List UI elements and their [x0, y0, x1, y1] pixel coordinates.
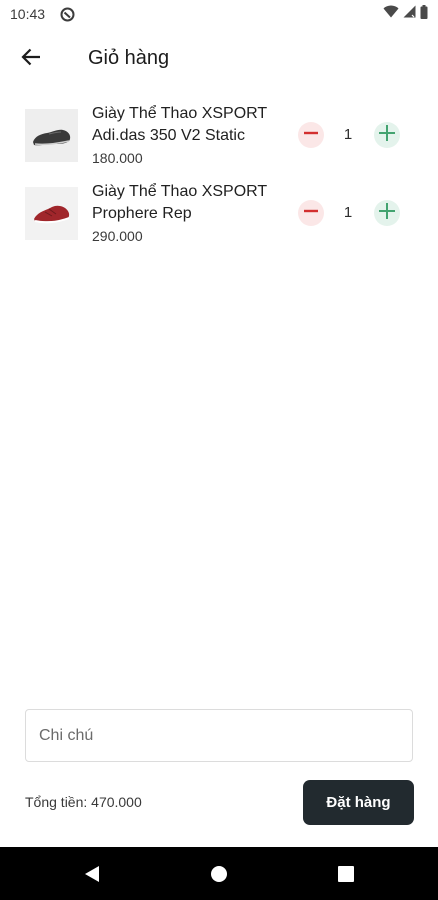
total-price: Tổng tiền: 470.000: [25, 794, 142, 810]
product-price: 290.000: [92, 228, 143, 244]
decrease-quantity-button[interactable]: [298, 200, 324, 226]
nav-recents-icon[interactable]: [336, 864, 356, 884]
nav-home-icon[interactable]: [209, 864, 229, 884]
note-input[interactable]: [26, 710, 412, 761]
note-field[interactable]: [25, 709, 413, 762]
cart-item[interactable]: Giày Thể Thao XSPORT Prophere Rep 290.00…: [0, 178, 438, 248]
wifi-icon: [383, 5, 399, 23]
place-order-button[interactable]: Đặt hàng: [303, 780, 414, 825]
nav-back-icon[interactable]: [82, 864, 102, 884]
app-notification-icon: [60, 7, 75, 22]
app-bar: Giỏ hàng: [0, 36, 438, 82]
product-name: Giày Thể Thao XSPORT Adi.das 350 V2 Stat…: [92, 105, 267, 144]
decrease-quantity-button[interactable]: [298, 122, 324, 148]
status-icons: [383, 4, 428, 24]
product-price: 180.000: [92, 150, 143, 166]
product-image: [25, 109, 78, 162]
system-nav-bar: [0, 847, 438, 900]
increase-quantity-button[interactable]: [374, 200, 400, 226]
arrow-left-icon: [21, 48, 41, 71]
minus-icon: [304, 204, 318, 223]
back-button[interactable]: [14, 42, 48, 76]
plus-icon: [379, 202, 395, 224]
increase-quantity-button[interactable]: [374, 122, 400, 148]
product-name: Giày Thể Thao XSPORT Prophere Rep: [92, 183, 267, 222]
battery-icon: [420, 4, 428, 24]
product-image: [25, 187, 78, 240]
quantity-value: 1: [343, 204, 353, 221]
signal-icon: [403, 5, 416, 23]
page-title: Giỏ hàng: [88, 47, 170, 69]
minus-icon: [304, 126, 318, 145]
status-bar: 10:43: [0, 0, 438, 28]
quantity-value: 1: [343, 126, 353, 143]
status-time: 10:43: [10, 6, 46, 22]
plus-icon: [379, 124, 395, 146]
cart-item[interactable]: Giày Thể Thao XSPORT Adi.das 350 V2 Stat…: [0, 100, 438, 170]
